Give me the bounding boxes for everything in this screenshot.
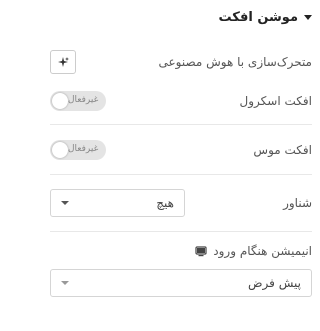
sticky-label: شناور (283, 196, 312, 210)
entrance-animation-select-value: پیش فرض (248, 276, 301, 290)
mouse-effect-toggle[interactable]: غیرفعال (50, 140, 106, 160)
toggle-knob (52, 93, 68, 109)
sparkle-icon (58, 57, 69, 67)
entrance-animation-label: انیمیشن هنگام ورود (213, 244, 312, 258)
mouse-effect-label: افکت موس (253, 143, 312, 157)
divider (50, 174, 312, 175)
caret-down-icon (304, 14, 312, 20)
entrance-animation-select[interactable]: پیش فرض (50, 269, 312, 297)
toggle-knob (52, 142, 68, 158)
sticky-select[interactable]: هیچ (50, 189, 185, 217)
scroll-effect-toggle[interactable]: غیرفعال (50, 91, 106, 111)
ai-motion-button[interactable] (50, 50, 76, 74)
mouse-effect-row: افکت موس غیرفعال (50, 139, 312, 161)
sticky-select-value: هیچ (156, 196, 174, 210)
section-header-motion-effects[interactable]: موشن افکت (38, 7, 312, 27)
scroll-effect-label: افکت اسکرول (239, 94, 312, 108)
desktop-icon[interactable] (195, 245, 207, 257)
chevron-down-icon (61, 201, 69, 205)
ai-motion-label: متحرک‌سازی با هوش مصنوعی (158, 55, 313, 69)
ai-motion-row: متحرک‌سازی با هوش مصنوعی (50, 50, 312, 74)
sticky-row: شناور هیچ (50, 189, 312, 217)
divider (50, 124, 312, 125)
scroll-effect-row: افکت اسکرول غیرفعال (50, 90, 312, 112)
chevron-down-icon (61, 281, 69, 285)
toggle-off-text: غیرفعال (68, 144, 99, 154)
toggle-off-text: غیرفعال (68, 95, 99, 105)
divider (50, 231, 312, 232)
section-title: موشن افکت (218, 9, 299, 25)
entrance-animation-header: انیمیشن هنگام ورود (50, 241, 312, 261)
